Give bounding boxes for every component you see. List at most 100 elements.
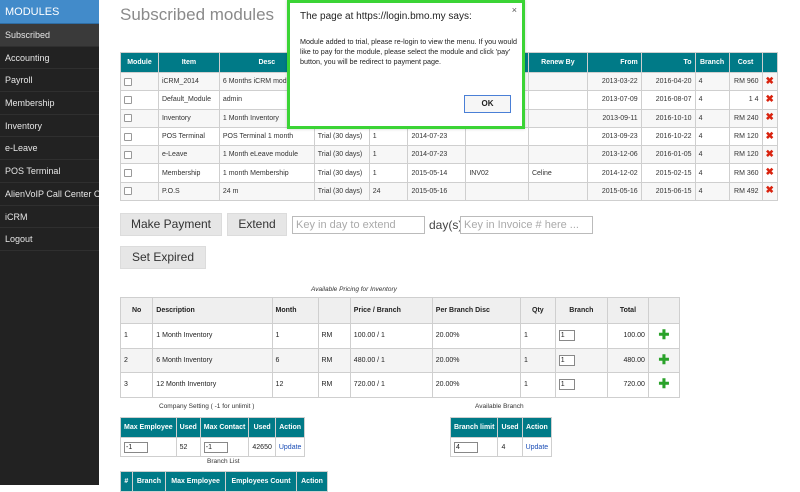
row-checkbox[interactable] [124, 150, 132, 159]
update-link[interactable]: Update [521, 437, 553, 457]
set-expired-button[interactable]: Set Expired [120, 246, 206, 269]
table-row: POS Terminal POS Terminal 1 month Trial … [120, 126, 779, 147]
cell-renew-by: Celine [527, 163, 588, 183]
cell-desc: 1 Month eLeave module [218, 145, 315, 165]
col-header: Action [274, 417, 306, 438]
delete-x-icon[interactable]: ✖ [766, 112, 774, 123]
cell-to: 2016-10-22 [640, 126, 696, 147]
delete-x-icon[interactable]: ✖ [766, 131, 774, 142]
cell-cost: RM 360 [728, 163, 763, 183]
cell-total: 480.00 [606, 347, 649, 373]
dialog-title: The page at https://login.bmo.my says: [300, 11, 472, 22]
sidebar-item-icrm[interactable]: iCRM [0, 206, 99, 229]
sidebar-item-alienvoip[interactable]: AlienVoIP Call Center Cl [0, 183, 99, 206]
max-employee-input[interactable]: -1 [124, 441, 148, 453]
sidebar-item-accounting[interactable]: Accounting [0, 47, 99, 70]
col-header: Per Branch Disc [431, 297, 521, 324]
cell-to: 2016-08-07 [640, 90, 696, 110]
close-icon[interactable]: × [512, 5, 517, 15]
col-header: Price / Branch [349, 297, 433, 324]
delete-x-icon[interactable]: ✖ [766, 94, 774, 105]
cell-branch: 4 [694, 181, 730, 202]
extend-button[interactable]: Extend [227, 213, 287, 236]
cell-qty: 1 [519, 372, 556, 398]
cell-used: 4 [497, 437, 523, 457]
cell-renew-by [527, 145, 588, 165]
cell-item: Inventory [157, 108, 220, 128]
col-header[interactable]: From [586, 52, 642, 73]
col-header[interactable]: Module [120, 52, 159, 73]
cell-desc: 1 Month Inventory [152, 323, 273, 349]
cell-used: 42650 [248, 437, 276, 457]
cell: 1 [368, 163, 409, 183]
add-plus-icon[interactable]: ✚ [659, 376, 670, 391]
extend-days-input[interactable]: Key in day to extend [292, 216, 425, 234]
delete-x-icon[interactable]: ✖ [766, 76, 774, 87]
cell: 24 [368, 181, 409, 202]
col-header[interactable]: Renew By [527, 52, 588, 73]
row-checkbox[interactable] [124, 95, 132, 104]
cell-desc: 12 Month Inventory [152, 372, 273, 398]
add-plus-icon[interactable]: ✚ [659, 327, 670, 342]
col-header [317, 297, 351, 324]
branch-qty-input[interactable]: 1 [558, 379, 575, 391]
col-header[interactable]: Cost [728, 52, 763, 73]
pricing-caption: Available Pricing for Inventory [311, 286, 397, 293]
row-checkbox[interactable] [124, 114, 132, 123]
cell-to: 2015-06-15 [640, 181, 696, 202]
cell-from: 2014-12-02 [586, 163, 642, 183]
delete-x-icon[interactable]: ✖ [766, 167, 774, 178]
alert-dialog: The page at https://login.bmo.my says: ×… [287, 0, 525, 129]
cell-total: 100.00 [606, 323, 649, 349]
cell-desc: 1 month Membership [218, 163, 315, 183]
sidebar-item-membership[interactable]: Membership [0, 92, 99, 115]
row-checkbox[interactable] [124, 132, 132, 141]
cell: 1 [368, 145, 409, 165]
cell [465, 181, 529, 202]
delete-x-icon[interactable]: ✖ [766, 149, 774, 160]
sidebar-item-payroll[interactable]: Payroll [0, 69, 99, 93]
available-branch-caption: Available Branch [475, 403, 524, 410]
col-header: Action [521, 417, 553, 438]
cell: Trial (30 days) [313, 181, 370, 202]
row-checkbox[interactable] [124, 77, 132, 86]
branch-qty-input[interactable]: 1 [558, 330, 575, 342]
page-title: Subscribed modules [120, 5, 275, 24]
col-header: Used [248, 417, 276, 438]
cell-cost: RM 492 [728, 181, 763, 202]
table-row: 3 12 Month Inventory 12 RM 720.00 / 1 20… [119, 372, 681, 398]
row-checkbox[interactable] [124, 169, 132, 178]
col-header[interactable]: To [640, 52, 696, 73]
cell-currency: RM [317, 372, 351, 398]
col-header: Max Employee [120, 417, 177, 438]
update-link[interactable]: Update [274, 437, 306, 457]
col-header[interactable]: Branch [694, 52, 730, 73]
max-contact-input[interactable]: -1 [203, 441, 228, 453]
ok-button[interactable]: OK [464, 95, 511, 113]
cell-used: 52 [175, 437, 201, 457]
cell-disc: 20.00% [431, 372, 521, 398]
table-row: -1 52 -1 42650 Update [120, 437, 306, 457]
col-header: Action [296, 471, 328, 492]
cell-currency: RM [317, 323, 351, 349]
branch-limit-input[interactable]: 4 [454, 441, 478, 453]
row-checkbox[interactable] [124, 187, 132, 196]
sidebar-item-pos-terminal[interactable]: POS Terminal [0, 160, 99, 183]
sidebar-item-inventory[interactable]: Inventory [0, 115, 99, 138]
add-plus-icon[interactable]: ✚ [659, 352, 670, 367]
cell-cost: RM 240 [728, 108, 763, 128]
invoice-input[interactable]: Key in Invoice # here ... [460, 216, 593, 234]
col-header[interactable]: Item [157, 52, 220, 73]
pricing-table: No Description Month Price / Branch Per … [119, 297, 681, 398]
company-setting-table: Max Employee Used Max Contact Used Actio… [120, 417, 306, 457]
sidebar-item-subscribed[interactable]: Subscribed [0, 24, 99, 47]
cell-from: 2013-09-11 [586, 108, 642, 128]
sidebar-item-logout[interactable]: Logout [0, 228, 99, 251]
col-header [761, 52, 779, 73]
delete-x-icon[interactable]: ✖ [766, 185, 774, 196]
sidebar-item-eleave[interactable]: e-Leave [0, 137, 99, 161]
branch-qty-input[interactable]: 1 [558, 354, 575, 366]
make-payment-button[interactable]: Make Payment [120, 213, 222, 236]
cell-desc: POS Terminal 1 month [218, 126, 315, 147]
cell-branch: 4 [694, 90, 730, 110]
